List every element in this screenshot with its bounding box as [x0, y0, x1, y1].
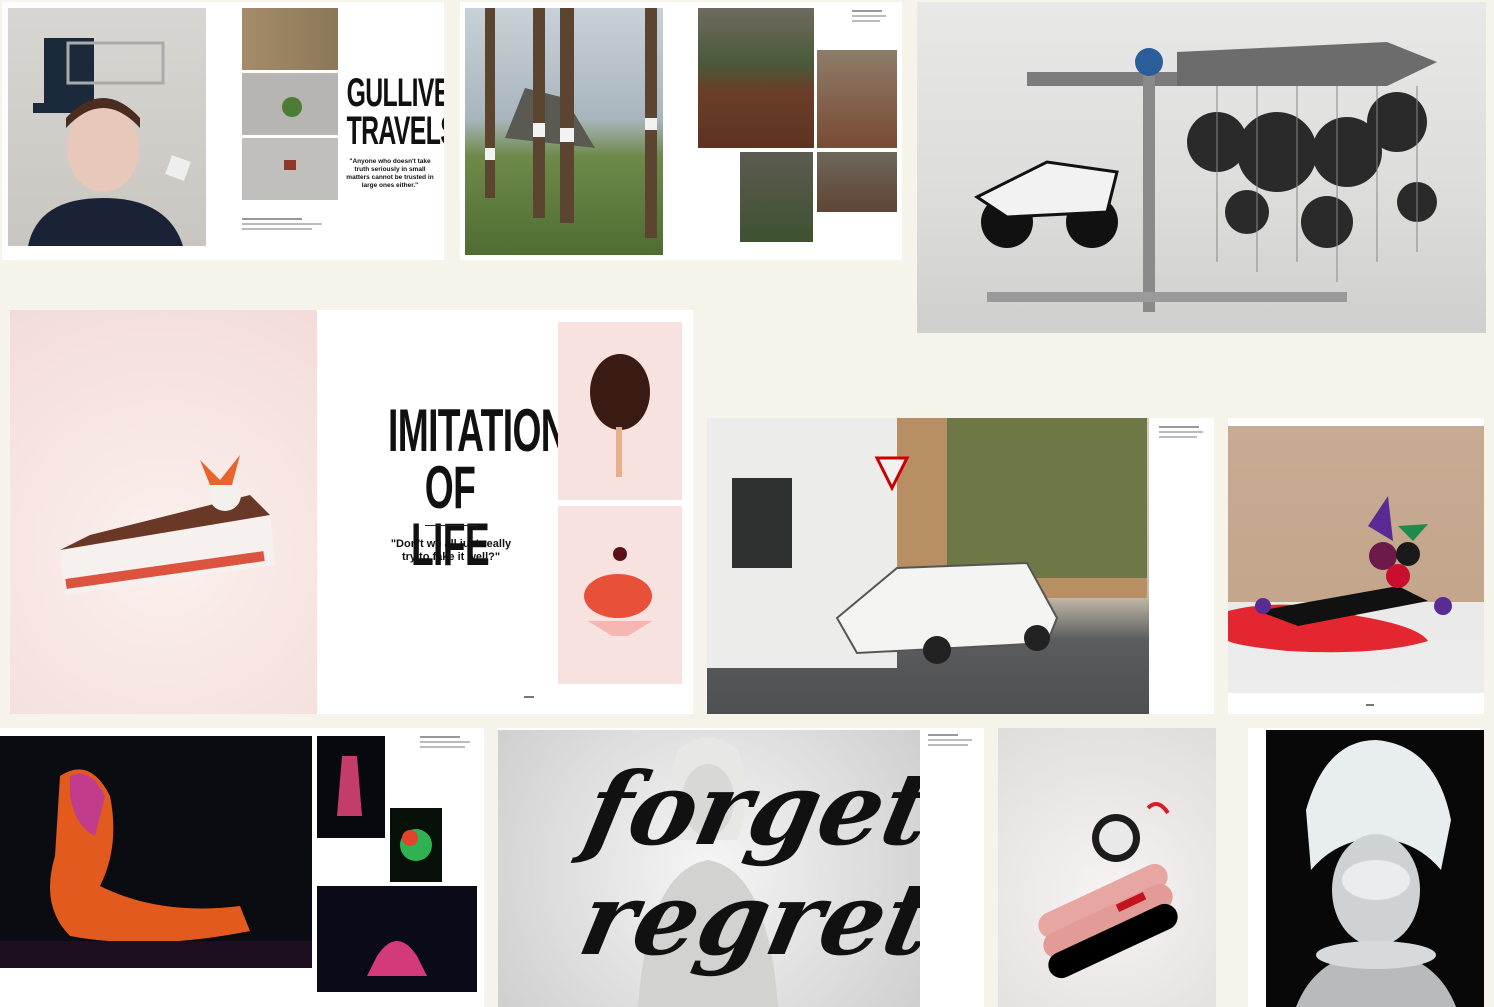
pavement-object-photo: [242, 138, 338, 200]
neon-figure-photo-2: [390, 808, 442, 882]
sausage-bomb-photo: [998, 728, 1216, 1007]
forest-leaves-photo: [698, 8, 814, 148]
figure-puddle-photo: [1228, 426, 1484, 693]
hat-woman-photo: [8, 8, 206, 246]
motorcycle-scale-installation: [974, 42, 1437, 312]
painted-trees-photo: [465, 8, 663, 255]
neon-figures-spread[interactable]: [0, 728, 484, 1007]
crashed-car-photo: [707, 418, 1149, 714]
cake-slice-photo: [10, 310, 317, 714]
forget-regret-spread[interactable]: forget regret: [498, 728, 984, 1007]
gulliver-credits: [242, 218, 342, 230]
brick-wall-photo: [242, 8, 338, 70]
forest-grass-photo: [740, 152, 813, 242]
cake-slice-illustration: [60, 455, 275, 595]
forget-caption: [928, 734, 978, 746]
gulliver-spread[interactable]: GULLIVER'S TRAVELS "Anyone who doesn't t…: [2, 2, 444, 260]
imitation-page-number: [524, 696, 534, 698]
forest-white-band-photo: [817, 152, 897, 212]
gulliver-title: GULLIVER'S TRAVELS: [346, 71, 444, 153]
neon-figure-photo-3: [317, 886, 477, 992]
glass-hair-illustration: [1296, 740, 1456, 1007]
imitation-rule: [425, 525, 477, 526]
imitation-quote: "Don't we all just really try to fake it…: [390, 538, 512, 563]
forest-trunks-photo: [817, 50, 897, 148]
crashed-car-caption: [1159, 426, 1209, 438]
regret-word: regret: [570, 860, 920, 978]
neon-figure-photo-1: [317, 736, 385, 838]
crashed-car-illustration: [707, 418, 1147, 668]
chocolate-popsicle-photo: [558, 322, 682, 500]
glass-hair-photo: [1266, 730, 1484, 1007]
orange-figure-illustration: [0, 769, 312, 968]
sausage-bomb-illustration: [1038, 802, 1178, 979]
ice-cream-dessert-photo: [558, 506, 682, 684]
tree-trunks: [485, 8, 657, 238]
orange-figure-photo: [0, 736, 312, 968]
forget-word: forget: [575, 750, 920, 868]
plant-pavement-photo: [242, 73, 338, 135]
forget-regret-photo: forget regret: [498, 730, 920, 1007]
imitation-spread[interactable]: IMITATION OF LIFE "Don't we all just rea…: [10, 310, 693, 714]
gulliver-quote: "Anyone who doesn't take truth seriously…: [346, 158, 434, 189]
trees-caption: [852, 10, 892, 22]
figure-puddle-illustration: [1228, 496, 1452, 653]
crashed-car-spread[interactable]: [707, 418, 1214, 714]
figure-puddle-spread[interactable]: [1228, 418, 1484, 714]
sausage-bomb-spread[interactable]: [998, 728, 1216, 1007]
figure-puddle-page-number: [1366, 704, 1374, 706]
hat-woman-illustration: [28, 38, 191, 246]
neon-caption: [420, 736, 475, 748]
trees-spread[interactable]: [460, 2, 902, 260]
glass-hair-spread[interactable]: [1248, 728, 1484, 1007]
motorcycle-spread[interactable]: [917, 2, 1486, 333]
